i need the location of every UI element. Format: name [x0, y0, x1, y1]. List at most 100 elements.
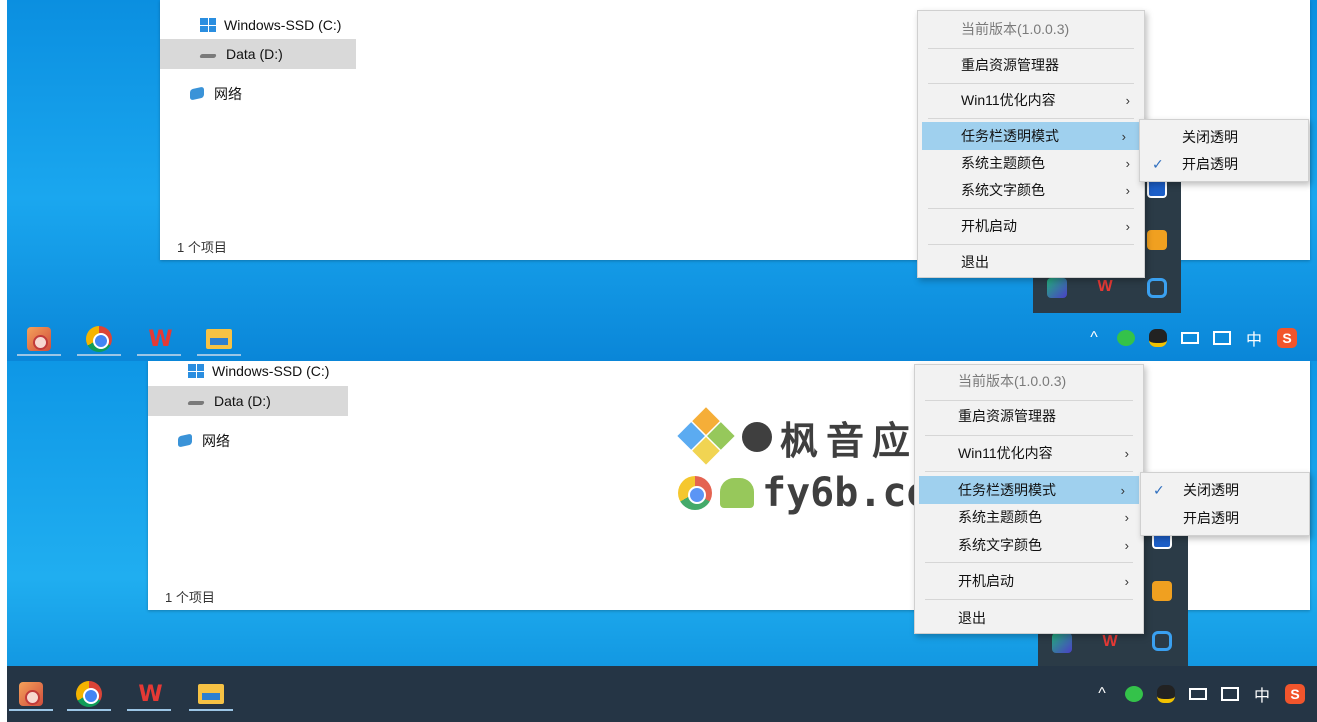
context-menu: 当前版本(1.0.0.3) 重启资源管理器 Win11优化内容 › 任务栏透明模式… [917, 10, 1145, 278]
nav-item-c-drive[interactable]: Windows-SSD (C:) [160, 10, 356, 40]
menu-item-restart-explorer[interactable]: 重启资源管理器 [915, 402, 1143, 430]
wps-tray-icon[interactable]: W [1095, 278, 1115, 298]
sogou-ime-icon[interactable]: S [1277, 328, 1297, 348]
iami-tray-icon[interactable] [1052, 633, 1072, 653]
status-bar-count: 1 个项目 [165, 590, 215, 605]
menu-item-theme-color[interactable]: 系统主题颜色 › [918, 149, 1144, 177]
chevron-right-icon: › [1121, 128, 1126, 144]
security-tray-icon[interactable] [1147, 230, 1167, 250]
left-border [0, 0, 7, 361]
chrome-icon [76, 681, 102, 707]
chevron-right-icon: › [1125, 92, 1130, 108]
windows-drive-icon [188, 364, 204, 378]
menu-item-win11-optimize[interactable]: Win11优化内容 › [915, 439, 1143, 467]
taskbar-app-file-explorer[interactable] [187, 677, 235, 711]
chevron-right-icon: › [1120, 482, 1125, 498]
submenu-item-enable[interactable]: 开启透明 [1141, 504, 1309, 532]
wps-tray-icon[interactable]: W [1100, 633, 1120, 653]
chevron-up-icon[interactable]: ^ [1093, 684, 1111, 704]
ime-indicator[interactable]: 中 [1245, 328, 1263, 349]
sync-tray-icon[interactable] [1152, 631, 1172, 651]
chevron-right-icon: › [1124, 573, 1129, 589]
left-border [0, 361, 7, 722]
menu-separator [925, 435, 1133, 436]
network-icon [176, 433, 194, 449]
transparency-submenu: 关闭透明 ✓ 开启透明 [1139, 119, 1309, 182]
menu-item-autostart[interactable]: 开机启动 › [915, 567, 1143, 595]
chevron-right-icon: › [1125, 182, 1130, 198]
chevron-right-icon: › [1124, 445, 1129, 461]
menu-item-text-color[interactable]: 系统文字颜色 › [915, 531, 1143, 559]
taskbar-app-chrome[interactable] [75, 322, 123, 356]
folder-icon [206, 329, 232, 349]
drive-icon [188, 396, 206, 406]
watermark-logo-icon [676, 407, 735, 466]
menu-item-restart-explorer[interactable]: 重启资源管理器 [918, 51, 1144, 79]
nav-item-d-drive[interactable]: Data (D:) [160, 39, 356, 69]
screenshot-transparent-taskbar: Windows-SSD (C:) Data (D:) 网络 1 个项目 W 当前… [0, 0, 1317, 361]
taskbar-app-wps[interactable]: W [125, 677, 173, 711]
taskbar-app-photos[interactable] [7, 677, 55, 711]
display-icon[interactable] [1221, 687, 1239, 701]
menu-item-exit[interactable]: 退出 [918, 248, 1144, 276]
wechat-icon[interactable] [1117, 330, 1135, 346]
nav-item-label: Windows-SSD (C:) [224, 17, 342, 33]
nav-item-d-drive[interactable]: Data (D:) [148, 386, 348, 416]
sogou-ime-icon[interactable]: S [1285, 684, 1305, 704]
submenu-item-disable[interactable]: 关闭透明 [1140, 123, 1308, 151]
taskbar-app-chrome[interactable] [65, 677, 113, 711]
apple-icon [742, 422, 772, 452]
nav-item-network[interactable]: 网络 [148, 79, 344, 109]
windows-drive-icon [200, 18, 216, 32]
nav-item-network[interactable]: 网络 [136, 426, 336, 456]
folder-icon [198, 684, 224, 704]
menu-item-taskbar-transparency[interactable]: 任务栏透明模式 › [919, 476, 1139, 504]
ime-indicator[interactable]: 中 [1253, 684, 1271, 705]
taskbar-opaque: W ^ 中 S [7, 666, 1317, 722]
sync-tray-icon[interactable] [1147, 278, 1167, 298]
taskbar-app-wps[interactable]: W [135, 322, 183, 356]
wechat-icon[interactable] [1125, 686, 1143, 702]
chevron-right-icon: › [1125, 155, 1130, 171]
menu-separator [925, 562, 1133, 563]
chevron-right-icon: › [1124, 537, 1129, 553]
taskbar-app-photos[interactable] [15, 322, 63, 356]
menu-separator [928, 244, 1134, 245]
nav-item-label: 网络 [214, 86, 242, 102]
menu-item-win11-optimize[interactable]: Win11优化内容 › [918, 86, 1144, 114]
menu-item-taskbar-transparency[interactable]: 任务栏透明模式 › [922, 122, 1140, 150]
wps-icon: W [148, 326, 172, 352]
chrome-icon [678, 476, 712, 510]
menu-separator [928, 208, 1134, 209]
nav-item-label: Data (D:) [226, 46, 283, 62]
chevron-right-icon: › [1125, 218, 1130, 234]
battery-icon[interactable] [1181, 332, 1199, 344]
display-icon[interactable] [1213, 331, 1231, 345]
photos-app-icon [19, 682, 43, 706]
chevron-up-icon[interactable]: ^ [1085, 328, 1103, 348]
submenu-item-enable[interactable]: ✓ 开启透明 [1140, 150, 1308, 178]
battery-icon[interactable] [1189, 688, 1207, 700]
menu-item-exit[interactable]: 退出 [915, 604, 1143, 632]
security-tray-icon[interactable] [1152, 581, 1172, 601]
system-tray: ^ 中 S [1085, 315, 1297, 361]
screenshot-opaque-taskbar: Windows-SSD (C:) Data (D:) 网络 1 个项目 枫音应用 [0, 361, 1317, 722]
menu-item-text-color[interactable]: 系统文字颜色 › [918, 176, 1144, 204]
android-icon [720, 478, 754, 508]
menu-item-autostart[interactable]: 开机启动 › [918, 212, 1144, 240]
taskbar-app-file-explorer[interactable] [195, 322, 243, 356]
menu-item-version: 当前版本(1.0.0.3) [958, 373, 1067, 389]
taskbar-transparent: W ^ 中 S [7, 315, 1317, 361]
menu-item-theme-color[interactable]: 系统主题颜色 › [915, 503, 1143, 531]
iami-tray-icon[interactable] [1047, 278, 1067, 298]
menu-separator [928, 83, 1134, 84]
nav-item-c-drive[interactable]: Windows-SSD (C:) [148, 361, 348, 386]
menu-separator [925, 471, 1133, 472]
menu-separator [925, 599, 1133, 600]
qq-icon[interactable] [1149, 329, 1167, 347]
submenu-item-disable[interactable]: ✓ 关闭透明 [1141, 476, 1309, 504]
qq-icon[interactable] [1157, 685, 1175, 703]
chevron-right-icon: › [1124, 509, 1129, 525]
photos-app-icon [27, 327, 51, 351]
check-icon: ✓ [1152, 155, 1164, 172]
